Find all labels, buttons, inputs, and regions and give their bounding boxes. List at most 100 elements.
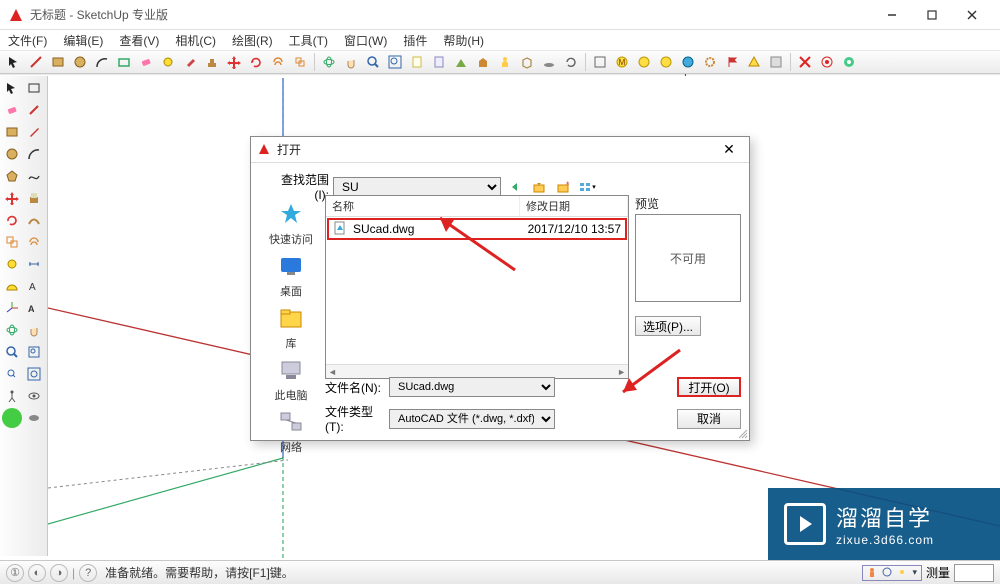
box-icon[interactable] [517,52,537,72]
close-button[interactable] [952,2,992,28]
resize-grip-icon[interactable] [737,428,749,440]
hint2-icon[interactable]: ◐ [28,564,46,582]
file-list[interactable]: 名称 修改日期 SUcad.dwg 2017/12/10 13:57 ◄► [325,195,629,379]
style1-icon[interactable] [590,52,610,72]
back-icon[interactable] [505,177,525,197]
gear-icon[interactable] [700,52,720,72]
place-network[interactable]: 网络 [275,407,307,455]
file-row[interactable]: SUcad.dwg 2017/12/10 13:57 [327,218,627,240]
col-name[interactable]: 名称 [326,196,520,216]
rect3-icon[interactable] [2,122,22,142]
menu-help[interactable]: 帮助(H) [439,30,488,51]
col-date[interactable]: 修改日期 [520,196,628,216]
pencil3-icon[interactable] [24,122,44,142]
lookin-dropdown[interactable]: SU [333,177,501,197]
move-icon[interactable] [224,52,244,72]
prot-icon[interactable] [2,276,22,296]
zoom2-icon[interactable] [2,342,22,362]
component-icon[interactable] [114,52,134,72]
tape-icon[interactable] [158,52,178,72]
shadow-icon[interactable] [539,52,559,72]
orbit-icon[interactable] [319,52,339,72]
place-quickaccess[interactable]: 快速访问 [269,199,313,247]
coin3-icon[interactable] [656,52,676,72]
line-tool-icon[interactable] [26,52,46,72]
walk-icon[interactable] [2,386,22,406]
zoomext-icon[interactable] [385,52,405,72]
prev-icon[interactable] [2,364,22,384]
coin1-icon[interactable]: M [612,52,632,72]
minimize-button[interactable] [872,2,912,28]
rect-tool-icon[interactable] [48,52,68,72]
rotate2-icon[interactable] [2,210,22,230]
pushpull-icon[interactable] [202,52,222,72]
chrome-icon[interactable] [839,52,859,72]
move2-icon[interactable] [2,188,22,208]
menu-draw[interactable]: 绘图(R) [228,30,277,51]
flag-icon[interactable] [722,52,742,72]
red-x-icon[interactable] [795,52,815,72]
hint1-icon[interactable]: ① [6,564,24,582]
up-folder-icon[interactable] [529,177,549,197]
text3d-icon[interactable]: A [24,298,44,318]
place-library[interactable]: 库 [275,303,307,351]
place-thispc[interactable]: 此电脑 [275,355,308,403]
scale-icon[interactable] [290,52,310,72]
poly-icon[interactable] [2,166,22,186]
paint-icon[interactable] [180,52,200,72]
text-icon[interactable]: A [24,276,44,296]
target-icon[interactable] [817,52,837,72]
eraser2-icon[interactable] [2,100,22,120]
view-menu-icon[interactable]: ▾ [577,177,597,197]
rotate-icon[interactable] [246,52,266,72]
place-desktop[interactable]: 桌面 [275,251,307,299]
zoomwin-icon[interactable] [24,342,44,362]
axes-icon[interactable] [2,298,22,318]
zoomext2-icon[interactable] [24,364,44,384]
walkthrough-icon[interactable] [429,52,449,72]
menu-plugin[interactable]: 插件 [399,30,431,51]
menu-tools[interactable]: 工具(T) [285,30,332,51]
filename-field[interactable]: SUcad.dwg [389,377,555,397]
person-icon[interactable] [495,52,515,72]
arc-tool-icon[interactable] [92,52,112,72]
pan-icon[interactable] [341,52,361,72]
eye-icon[interactable] [24,408,44,428]
dialog-close-button[interactable]: ✕ [715,139,743,161]
new-folder-icon[interactable]: * [553,177,573,197]
hint3-icon[interactable]: ◑ [50,564,68,582]
document-icon[interactable] [407,52,427,72]
circle2-icon[interactable] [2,144,22,164]
warn-icon[interactable] [744,52,764,72]
filelist-scrollbar[interactable]: ◄► [326,364,628,378]
help-icon[interactable]: ? [79,564,97,582]
refresh-icon[interactable] [561,52,581,72]
layout-icon[interactable] [766,52,786,72]
menu-file[interactable]: 文件(F) [4,30,51,51]
tape2-icon[interactable] [2,254,22,274]
free-icon[interactable] [24,166,44,186]
zoom-icon[interactable] [363,52,383,72]
pencil2-icon[interactable] [24,100,44,120]
menu-window[interactable]: 窗口(W) [340,30,391,51]
open-button[interactable]: 打开(O) [677,377,741,397]
section-icon[interactable] [451,52,471,72]
measure-field[interactable] [954,564,994,582]
dim-icon[interactable] [24,254,44,274]
offset-icon[interactable] [268,52,288,72]
maximize-button[interactable] [912,2,952,28]
options-button[interactable]: 选项(P)... [635,316,701,336]
push2-icon[interactable] [24,188,44,208]
rect2-icon[interactable] [24,78,44,98]
orbit2-icon[interactable] [2,320,22,340]
green-marker-icon[interactable] [2,408,22,428]
follow-icon[interactable] [24,210,44,230]
select-icon[interactable] [2,78,22,98]
eraser-icon[interactable] [136,52,156,72]
3dwarehouse-icon[interactable] [473,52,493,72]
select-tool-icon[interactable] [4,52,24,72]
menu-view[interactable]: 查看(V) [115,30,163,51]
menu-camera[interactable]: 相机(C) [171,30,220,51]
inspector-toolbar[interactable]: ▾ [862,565,922,581]
look-icon[interactable] [24,386,44,406]
